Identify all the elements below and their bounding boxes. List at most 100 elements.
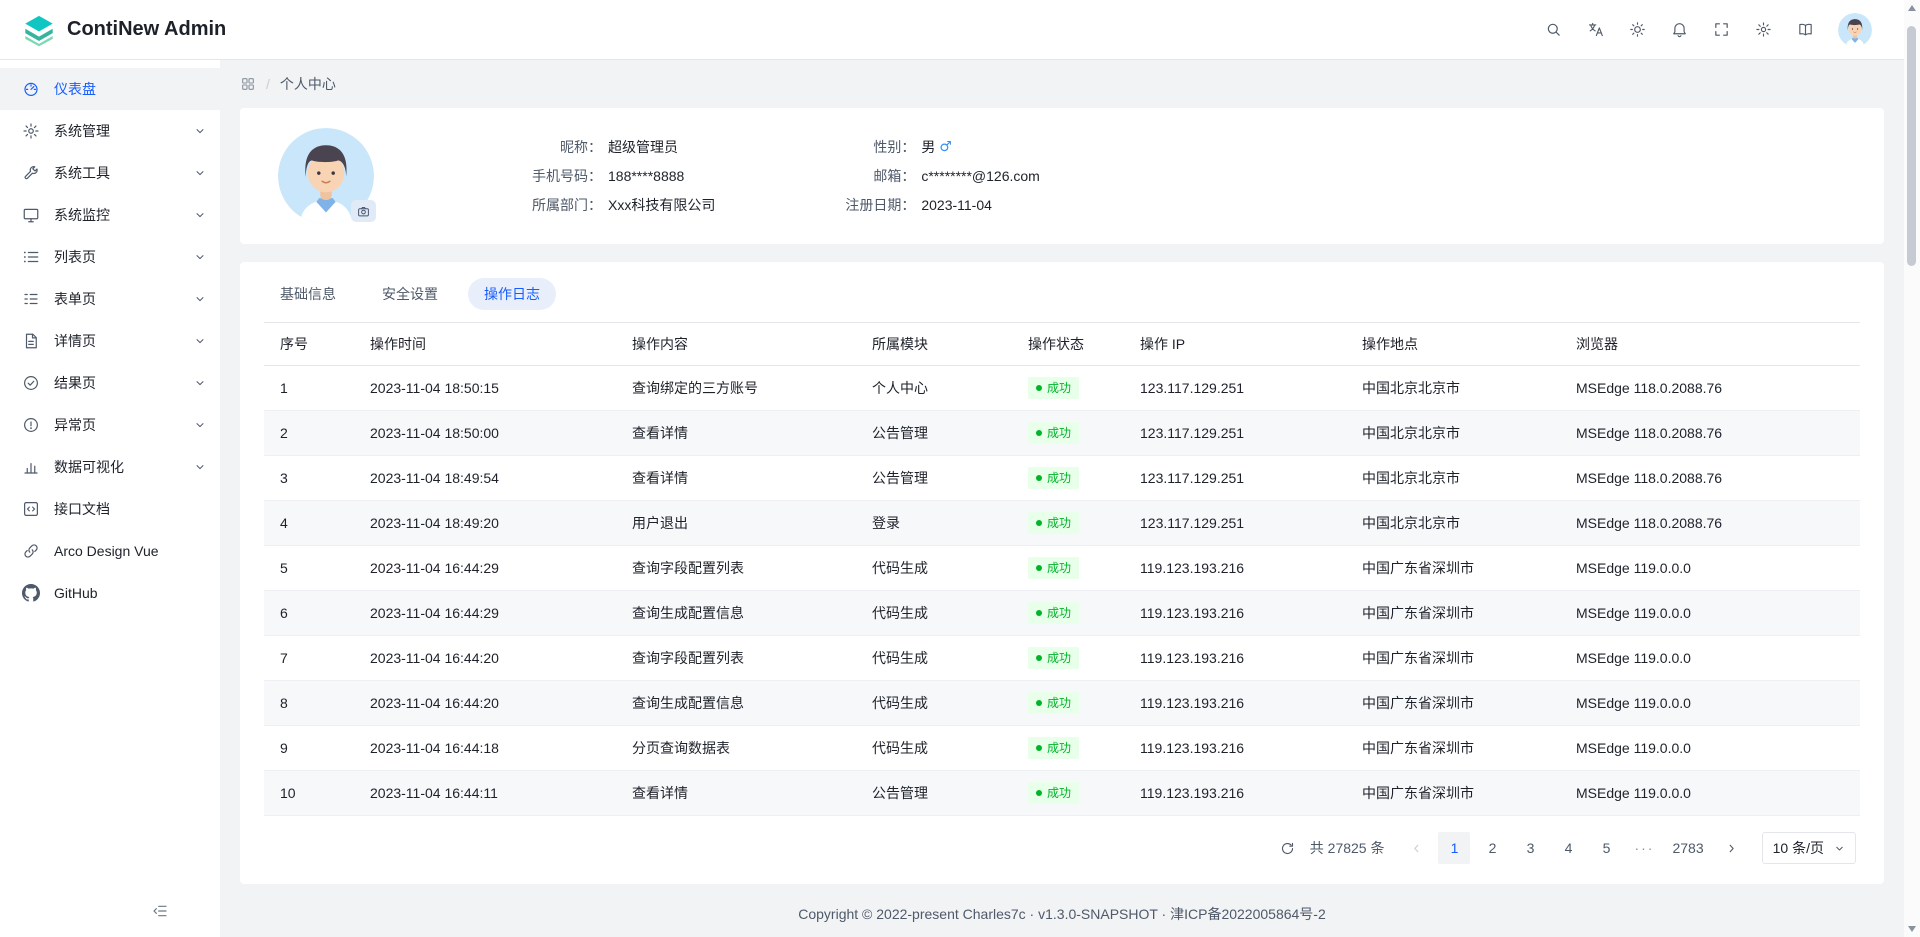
status-text: 成功: [1047, 784, 1071, 802]
status-text: 成功: [1047, 379, 1071, 397]
scroll-thumb[interactable]: [1907, 26, 1916, 266]
page-button[interactable]: 1: [1438, 832, 1470, 864]
sidebar-item-arco-design-vue[interactable]: Arco Design Vue: [0, 530, 220, 572]
status-badge: 成功: [1028, 602, 1079, 624]
cell-location: 中国北京北京市: [1346, 456, 1560, 501]
sidebar-item-system-monitor[interactable]: 系统监控: [0, 194, 220, 236]
cell-module: 个人中心: [856, 366, 1012, 411]
page-button[interactable]: 3: [1514, 832, 1546, 864]
col-status: 操作状态: [1012, 323, 1124, 366]
cell-module: 公告管理: [856, 771, 1012, 816]
cell-time: 2023-11-04 18:49:54: [354, 456, 616, 501]
chevron-down-icon: [194, 419, 206, 431]
footer-copyright: Copyright © 2022-present Charles7c · v1.…: [240, 884, 1884, 937]
link-icon: [22, 542, 40, 560]
tab-operation-log[interactable]: 操作日志: [468, 278, 556, 310]
sidebar-item-data-visualization[interactable]: 数据可视化: [0, 446, 220, 488]
fullscreen-icon[interactable]: [1704, 13, 1738, 47]
sidebar-item-result-pages[interactable]: 结果页: [0, 362, 220, 404]
sidebar-item-label: 列表页: [54, 247, 194, 267]
sidebar-item-dashboard[interactable]: 仪表盘: [0, 68, 220, 110]
sidebar-item-label: 接口文档: [54, 499, 206, 519]
apps-grid-icon[interactable]: [240, 76, 256, 92]
cell-status: 成功: [1012, 771, 1124, 816]
scroll-down-icon[interactable]: [1904, 921, 1920, 937]
cell-status: 成功: [1012, 411, 1124, 456]
sidebar-item-github[interactable]: GitHub: [0, 572, 220, 614]
status-text: 成功: [1047, 469, 1071, 487]
sidebar-item-detail-pages[interactable]: 详情页: [0, 320, 220, 362]
prev-page-button[interactable]: [1400, 832, 1432, 864]
table-row: 5 2023-11-04 16:44:29 查询字段配置列表 代码生成 成功 1…: [264, 546, 1860, 591]
cell-location: 中国广东省深圳市: [1346, 681, 1560, 726]
search-icon[interactable]: [1536, 13, 1570, 47]
table-row: 4 2023-11-04 18:49:20 用户退出 登录 成功 123.117…: [264, 501, 1860, 546]
operation-log-table: 序号 操作时间 操作内容 所属模块 操作状态 操作 IP 操作地点 浏览器 1 …: [264, 322, 1860, 816]
status-dot-icon: [1036, 565, 1042, 571]
sidebar-item-api-docs[interactable]: 接口文档: [0, 488, 220, 530]
cell-status: 成功: [1012, 726, 1124, 771]
cell-status: 成功: [1012, 366, 1124, 411]
page-button[interactable]: 4: [1552, 832, 1584, 864]
info-circle-icon: [22, 416, 40, 434]
table-row: 3 2023-11-04 18:49:54 查看详情 公告管理 成功 123.1…: [264, 456, 1860, 501]
brand[interactable]: ContiNew Admin: [22, 13, 226, 47]
status-text: 成功: [1047, 739, 1071, 757]
register-date-value: 2023-11-04: [921, 194, 992, 216]
sidebar-item-label: 结果页: [54, 373, 194, 393]
cell-browser: MSEdge 118.0.2088.76: [1560, 501, 1860, 546]
settings-icon[interactable]: [1746, 13, 1780, 47]
main-content: / 个人中心 昵称： 超级管理员 手机号码： 188****8888 所属部门: [220, 60, 1904, 937]
cell-ip: 123.117.129.251: [1124, 411, 1346, 456]
sidebar-item-label: 系统监控: [54, 205, 194, 225]
translate-icon[interactable]: [1578, 13, 1612, 47]
change-avatar-button[interactable]: [351, 200, 376, 222]
profile-avatar: [278, 128, 374, 224]
cell-no: 3: [264, 456, 354, 501]
app-title: ContiNew Admin: [67, 18, 226, 41]
app-header: ContiNew Admin: [0, 0, 1920, 60]
sidebar-item-system-tools[interactable]: 系统工具: [0, 152, 220, 194]
user-avatar[interactable]: [1838, 13, 1872, 47]
cell-content: 查询字段配置列表: [616, 546, 856, 591]
chevron-down-icon: [194, 167, 206, 179]
cell-time: 2023-11-04 16:44:29: [354, 546, 616, 591]
scroll-up-icon[interactable]: [1904, 0, 1920, 16]
cell-browser: MSEdge 119.0.0.0: [1560, 546, 1860, 591]
cell-location: 中国广东省深圳市: [1346, 591, 1560, 636]
theme-icon[interactable]: [1620, 13, 1654, 47]
table-row: 9 2023-11-04 16:44:18 分页查询数据表 代码生成 成功 11…: [264, 726, 1860, 771]
status-dot-icon: [1036, 520, 1042, 526]
cell-content: 用户退出: [616, 501, 856, 546]
page-button[interactable]: 5: [1590, 832, 1622, 864]
register-date-label: 注册日期：: [805, 194, 915, 216]
notifications-icon[interactable]: [1662, 13, 1696, 47]
tab-security-settings[interactable]: 安全设置: [366, 278, 454, 310]
next-page-button[interactable]: [1716, 832, 1748, 864]
cell-module: 代码生成: [856, 726, 1012, 771]
sidebar-item-form-pages[interactable]: 表单页: [0, 278, 220, 320]
status-text: 成功: [1047, 514, 1071, 532]
sidebar-item-label: 详情页: [54, 331, 194, 351]
col-module: 所属模块: [856, 323, 1012, 366]
refresh-icon[interactable]: [1274, 834, 1302, 862]
cell-module: 代码生成: [856, 546, 1012, 591]
tab-basic-info[interactable]: 基础信息: [264, 278, 352, 310]
gear-icon: [22, 122, 40, 140]
last-page-button[interactable]: 2783: [1666, 832, 1709, 864]
cell-ip: 123.117.129.251: [1124, 456, 1346, 501]
table-row: 10 2023-11-04 16:44:11 查看详情 公告管理 成功 119.…: [264, 771, 1860, 816]
cell-time: 2023-11-04 18:50:00: [354, 411, 616, 456]
page-button[interactable]: 2: [1476, 832, 1508, 864]
sidebar-item-exception-pages[interactable]: 异常页: [0, 404, 220, 446]
cell-browser: MSEdge 119.0.0.0: [1560, 771, 1860, 816]
scrollbar[interactable]: [1904, 0, 1920, 937]
collapse-sidebar-button[interactable]: [146, 897, 174, 925]
docs-icon[interactable]: [1788, 13, 1822, 47]
page-size-select[interactable]: 10 条/页: [1762, 832, 1856, 864]
pagination-ellipsis[interactable]: ···: [1628, 840, 1660, 856]
sidebar-item-system-management[interactable]: 系统管理: [0, 110, 220, 152]
cell-content: 查看详情: [616, 771, 856, 816]
cell-module: 公告管理: [856, 456, 1012, 501]
sidebar-item-list-pages[interactable]: 列表页: [0, 236, 220, 278]
